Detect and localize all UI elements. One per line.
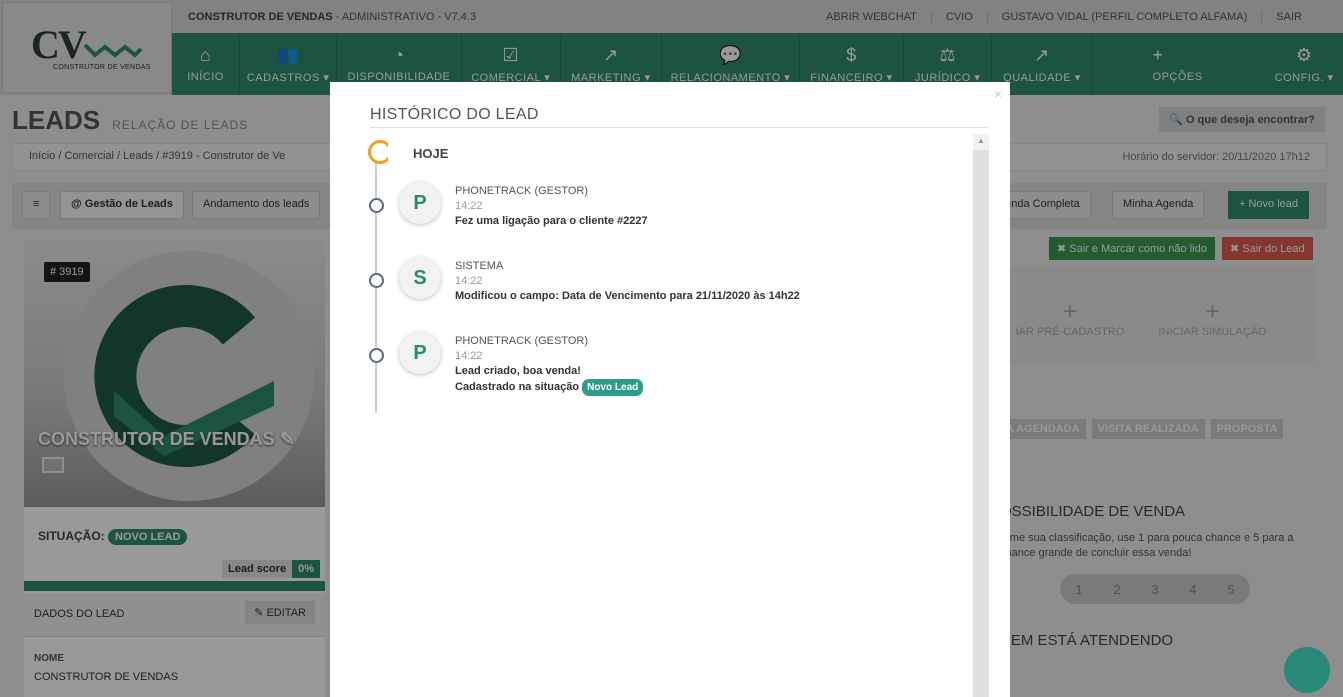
close-icon[interactable]: ×	[994, 86, 1002, 102]
status-badge: Novo Lead	[582, 379, 644, 396]
modal-title: HISTÓRICO DO LEAD	[370, 106, 539, 123]
scrollbar-thumb[interactable]	[973, 150, 989, 697]
scroll-up-icon[interactable]: ▲	[977, 136, 985, 145]
timeline-event: PHONETRACK (GESTOR) 14:22 Fez uma ligaçã…	[455, 184, 648, 229]
event-description-2: Cadastrado na situação Novo Lead	[455, 379, 644, 396]
event-time: 14:22	[455, 275, 483, 287]
timeline-event: SISTEMA 14:22 Modificou o campo: Data de…	[455, 259, 800, 304]
timeline-dot	[369, 348, 384, 363]
phonetrack-avatar-icon: P	[399, 182, 441, 224]
event-author: PHONETRACK (GESTOR)	[455, 335, 589, 347]
title-divider	[370, 127, 988, 128]
event-time: 14:22	[455, 200, 483, 212]
event-author: SISTEMA	[455, 260, 504, 272]
event-description: Modificou o campo: Data de Vencimento pa…	[455, 290, 800, 302]
timeline-dot	[369, 273, 384, 288]
historico-modal: × HISTÓRICO DO LEAD ▲ HOJE P PHONETRACK …	[330, 82, 1010, 697]
event-author: PHONETRACK (GESTOR)	[455, 185, 589, 197]
today-label: HOJE	[413, 146, 449, 161]
chat-widget-icon[interactable]	[1284, 647, 1330, 693]
event-description: Fez uma ligação para o cliente #2227	[455, 215, 648, 227]
timeline-event: PHONETRACK (GESTOR) 14:22 Lead criado, b…	[455, 334, 644, 396]
event-time: 14:22	[455, 350, 483, 362]
phonetrack-avatar-icon: P	[399, 332, 441, 374]
sistema-avatar-icon: S	[399, 257, 441, 299]
event-description: Lead criado, boa venda!	[455, 365, 581, 377]
timeline-dot	[369, 198, 384, 213]
